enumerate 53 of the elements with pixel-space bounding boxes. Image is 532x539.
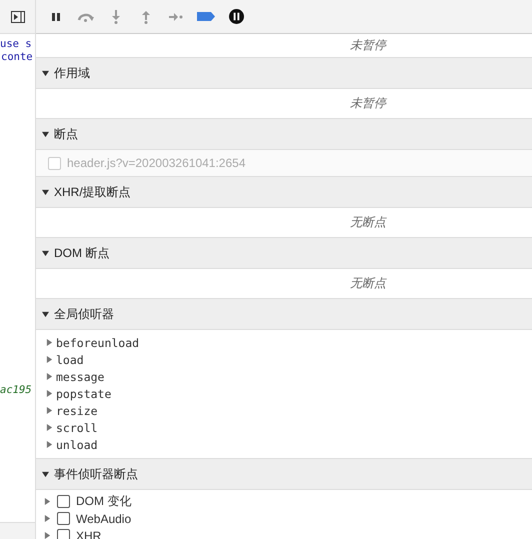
down-arrow-icon [112,10,120,24]
listener-name[interactable]: resize [56,404,98,418]
collapsed-triangle-icon[interactable] [46,390,53,397]
category-label: DOM 变化 [76,493,132,510]
label-icon [197,12,215,21]
checkbox[interactable] [57,512,70,525]
expanded-triangle-icon[interactable] [42,70,49,76]
category-label: WebAudio [76,512,132,526]
listener-name[interactable]: scroll [56,420,98,434]
collapsed-triangle-icon[interactable] [46,441,53,448]
listener-name[interactable]: unload [56,438,98,452]
section-header[interactable]: DOM 断点 [36,238,532,269]
collapsed-triangle-icon[interactable] [46,424,53,431]
section-title: 全局侦听器 [54,306,114,322]
expanded-triangle-icon[interactable] [42,250,49,256]
section-header[interactable]: 全局侦听器 [36,299,532,330]
expanded-triangle-icon[interactable] [42,188,49,196]
section-title: 断点 [54,126,78,142]
pause-circle-icon [228,9,244,24]
pause-icon [51,12,61,22]
section-header[interactable]: 事件侦听器断点 [36,459,532,490]
listener-name[interactable]: load [56,352,84,366]
curved-arrow-icon [77,12,95,22]
checkbox[interactable] [57,529,70,539]
collapsed-triangle-icon[interactable] [46,339,53,346]
collapsed-triangle-icon[interactable] [44,532,51,539]
collapsed-triangle-icon[interactable] [44,515,51,522]
section-title: XHR/提取断点 [54,184,131,200]
collapsed-triangle-icon[interactable] [46,356,53,363]
section-header[interactable]: 作用域 [36,58,532,89]
listener-name[interactable]: message [56,370,104,384]
code-text: ac195 [0,384,33,397]
sidebar-toggle-icon[interactable] [10,10,24,22]
expanded-triangle-icon[interactable] [42,310,49,318]
expanded-triangle-icon[interactable] [42,470,49,478]
code-text: use s [0,38,33,51]
expanded-triangle-icon[interactable] [42,130,49,138]
section-title: 作用域 [54,64,90,82]
up-arrow-icon [142,10,150,24]
collapsed-triangle-icon[interactable] [44,498,51,505]
section-title: DOM 断点 [54,244,110,262]
listener-name[interactable]: popstate [56,386,112,400]
listener-name[interactable]: beforeunload [56,336,140,350]
right-arrow-icon [169,12,183,20]
code-text: conte [0,51,34,64]
section-header[interactable]: XHR/提取断点 [36,177,532,208]
collapsed-triangle-icon[interactable] [46,373,53,380]
breakpoint-label: header.js?v=202003261041:2654 [67,156,246,170]
toolbar-button[interactable] [226,6,246,26]
checkbox[interactable] [57,495,70,508]
section-header[interactable]: 断点 [36,119,532,150]
collapsed-triangle-icon[interactable] [46,407,53,414]
section-title: 事件侦听器断点 [54,466,138,482]
